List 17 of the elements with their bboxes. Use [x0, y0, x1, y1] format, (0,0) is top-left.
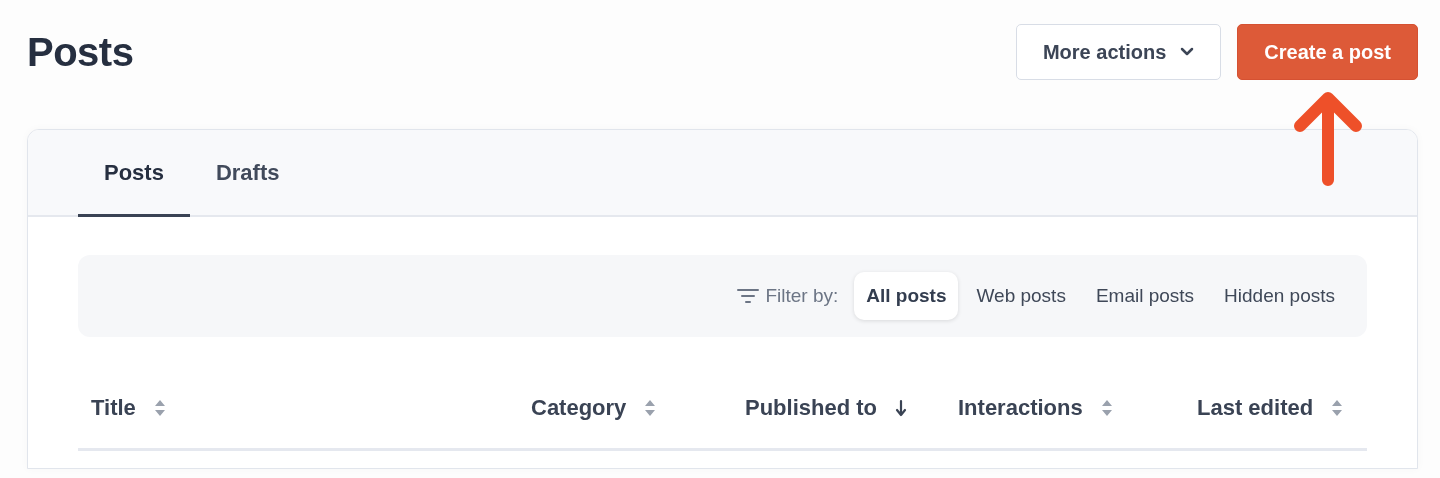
filter-option[interactable]: All posts [854, 271, 959, 321]
filter-icon [737, 288, 760, 304]
page-title: Posts [27, 28, 134, 76]
column-header[interactable]: Title [91, 391, 136, 424]
chevron-down-icon [1180, 46, 1195, 57]
create-post-button[interactable]: Create a post [1237, 23, 1418, 80]
more-actions-button[interactable]: More actions [1015, 23, 1222, 80]
column-header[interactable]: Published to [745, 391, 877, 424]
filter-option[interactable]: Email posts [1083, 271, 1207, 321]
column-header[interactable]: Category [531, 391, 627, 424]
filter-option[interactable]: Hidden posts [1212, 271, 1347, 321]
tab[interactable]: Drafts [189, 130, 306, 217]
column-header[interactable]: Interactions [958, 391, 1083, 424]
tab[interactable]: Posts [78, 130, 190, 217]
filter-label: Filter by: [765, 283, 839, 308]
filter-option[interactable]: Web posts [964, 271, 1078, 321]
column-header[interactable]: Last edited [1197, 391, 1314, 424]
